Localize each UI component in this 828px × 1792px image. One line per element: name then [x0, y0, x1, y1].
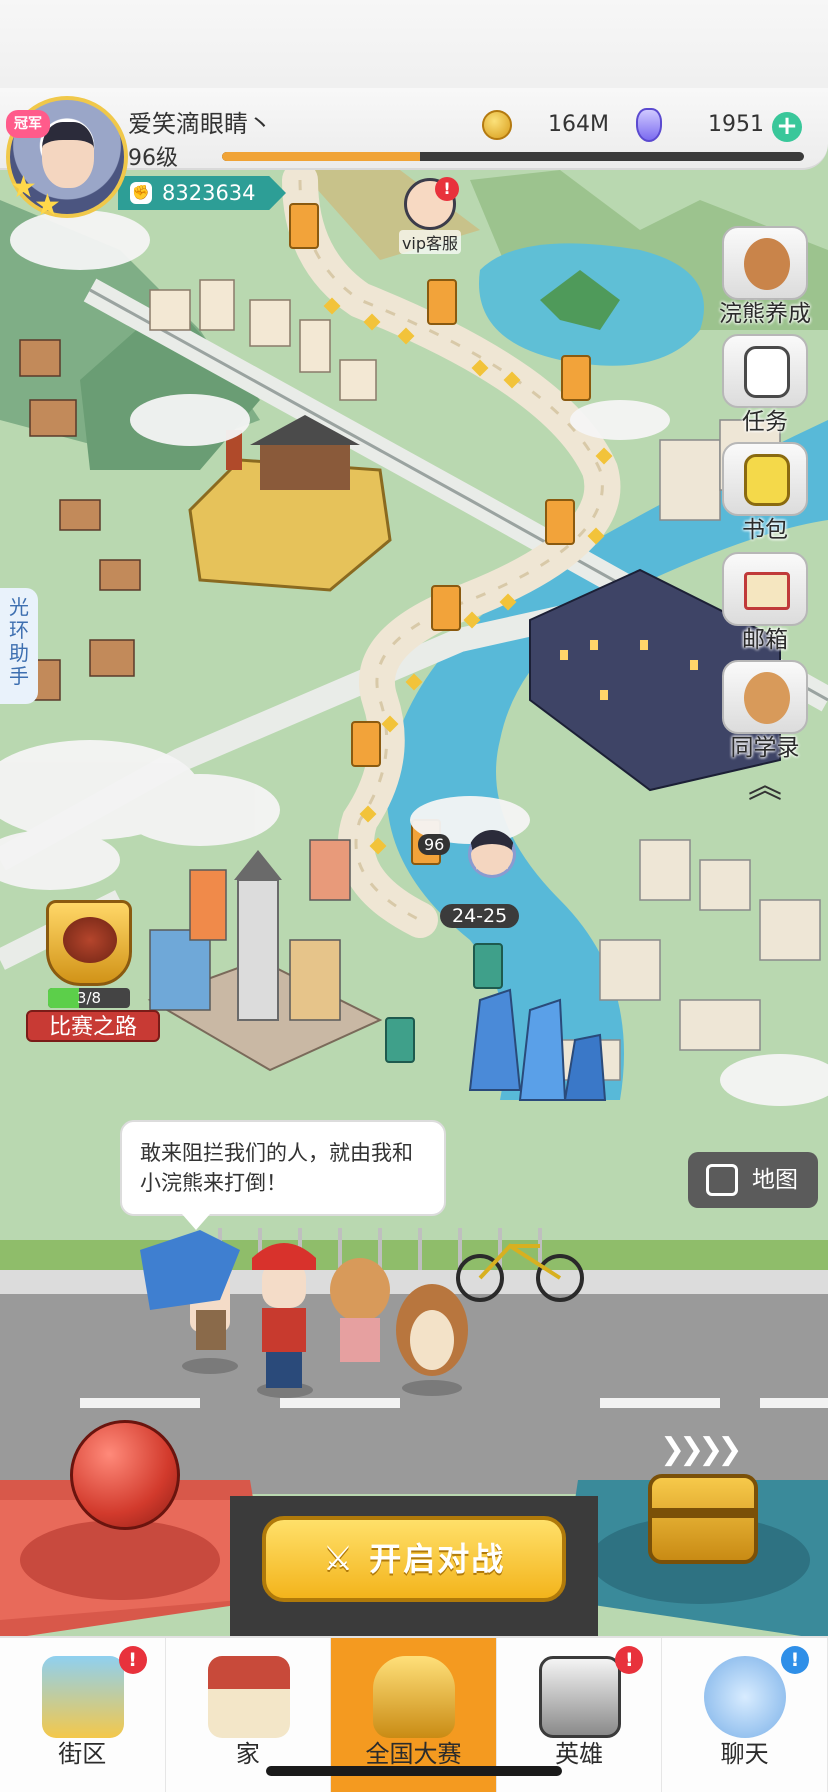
side-menu-label: 书包 [742, 517, 788, 543]
gem-amount: 1951 [708, 112, 764, 137]
current-stage-label: 24-25 [440, 904, 520, 928]
tab-label: 全国大赛 [365, 1740, 462, 1768]
collapse-menu-icon[interactable]: ︽ [740, 766, 790, 806]
cards-icon [538, 1656, 621, 1738]
tab-street[interactable]: ! 街区 [0, 1638, 166, 1792]
star-icon: ★ [34, 188, 61, 223]
vip-service-button[interactable]: ! vip客服 [380, 177, 480, 254]
player-avatar[interactable]: 冠军 ★ ★ [6, 96, 128, 223]
dialogue-text: 敢来阻拦我们的人，就由我和小浣熊来打倒！ [140, 1141, 413, 1195]
trophy-icon [46, 900, 132, 986]
competition-road-button[interactable]: 3/8 比赛之路 [12, 900, 160, 1042]
tab-label: 聊天 [720, 1740, 769, 1768]
tab-label: 家 [235, 1740, 260, 1768]
house-icon [207, 1656, 290, 1738]
competition-road-label: 比赛之路 [26, 1010, 160, 1042]
combat-power-badge: ✊ 8323634 [118, 176, 286, 210]
trophy-icon [373, 1656, 456, 1738]
add-gems-button[interactable]: + [772, 112, 802, 142]
gem-icon [636, 108, 662, 142]
classmate-icon-frame [722, 660, 808, 734]
avatar-tag: 冠军 [6, 110, 50, 138]
mailbox-button[interactable]: 邮箱 [714, 552, 816, 653]
home-indicator[interactable] [266, 1766, 562, 1776]
alert-badge: ! [615, 1646, 644, 1674]
avatar-portrait [42, 122, 94, 188]
side-menu-label: 任务 [742, 409, 788, 435]
raccoon-icon [744, 238, 790, 290]
raccoon-training-button[interactable]: 浣熊养成 [714, 226, 816, 327]
clipboard-icon [744, 346, 790, 398]
halo-assistant-label: 光环助手 [9, 595, 29, 688]
player-map-marker[interactable]: 96 24-25 [418, 826, 538, 928]
envelope-icon [744, 572, 790, 610]
status-bar [0, 0, 828, 96]
chevrons-right-icon: ❯❯❯❯ [660, 1432, 743, 1467]
marker-level: 96 [418, 834, 451, 855]
player-nickname: 爱笑滴眼睛丶 [128, 110, 272, 138]
alert-badge: ! [118, 1646, 147, 1674]
start-battle-label: 开启对战 [369, 1540, 506, 1578]
combat-power-value: 8323634 [162, 181, 256, 205]
level-progress-fill [222, 152, 420, 161]
coin-amount: 164M [548, 112, 609, 137]
tasks-button[interactable]: 任务 [714, 334, 816, 435]
service-agent-icon: ! [404, 177, 459, 230]
raccoon-classmate-icon [744, 672, 790, 724]
map-icon [706, 1164, 738, 1196]
marker-avatar [468, 830, 516, 878]
level-progress-bar [222, 152, 804, 161]
map-button-label: 地图 [752, 1167, 798, 1193]
crossed-swords-icon: ⚔ [322, 1539, 356, 1579]
vip-service-label: vip客服 [398, 230, 462, 254]
competition-progress-text: 3/8 [76, 989, 102, 1007]
raccoon-icon-frame [722, 226, 808, 300]
backpack-button[interactable]: 书包 [714, 442, 816, 543]
envelope-icon-frame [722, 552, 808, 626]
tab-label: 街区 [58, 1740, 107, 1768]
side-menu-label: 邮箱 [742, 627, 788, 653]
backpack-icon-frame [722, 442, 808, 516]
coin-icon [482, 110, 512, 140]
tab-chat[interactable]: ! 聊天 [662, 1638, 828, 1792]
fist-icon: ✊ [130, 182, 152, 204]
halo-assistant-tab[interactable]: 光环助手 [0, 588, 38, 704]
start-battle-button[interactable]: ⚔ 开启对战 [262, 1516, 566, 1602]
chat-bubble-icon [704, 1656, 787, 1738]
clipboard-icon-frame [722, 334, 808, 408]
game-screen: 冠军 ★ ★ 爱笑滴眼睛丶 96级 164M 1951 + ✊ 8323634 … [0, 0, 828, 1792]
map-button[interactable]: 地图 [688, 1152, 818, 1208]
competition-progress: 3/8 [48, 988, 130, 1008]
dialogue-bubble: 敢来阻拦我们的人，就由我和小浣熊来打倒！ [120, 1120, 446, 1230]
competition-progress-fill [48, 988, 79, 1008]
side-menu-label: 浣熊养成 [719, 301, 811, 327]
classmates-button[interactable]: 同学录 [714, 660, 816, 761]
signpost-icon [42, 1656, 124, 1738]
side-menu-label: 同学录 [730, 735, 800, 761]
alert-badge: ! [435, 177, 459, 201]
backpack-icon [744, 454, 790, 506]
treasure-chest-button[interactable] [648, 1474, 758, 1564]
tab-label: 英雄 [555, 1740, 604, 1768]
star-icon: ★ [10, 170, 37, 205]
player-level: 96级 [128, 146, 178, 171]
alert-badge: ! [780, 1646, 809, 1674]
joystick-icon[interactable] [70, 1420, 180, 1530]
